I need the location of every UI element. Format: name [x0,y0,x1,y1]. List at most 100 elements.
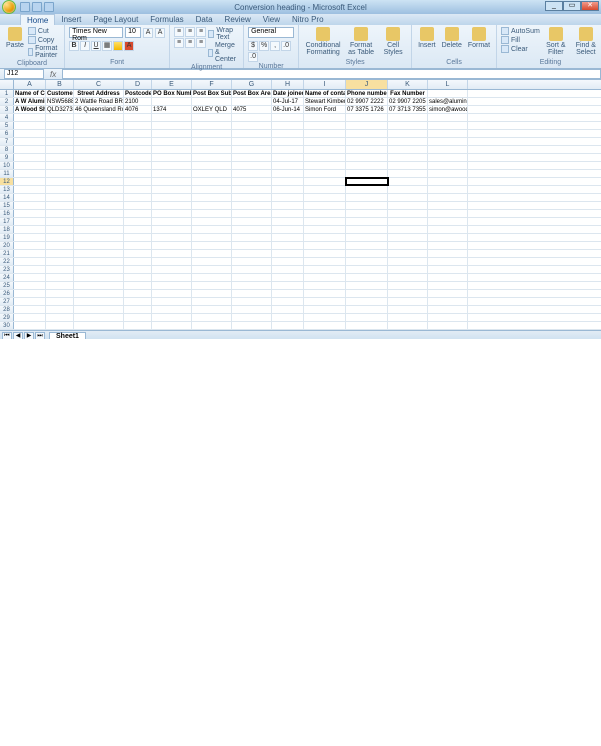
font-size-selector[interactable]: 10 [125,27,141,38]
cell[interactable] [428,162,468,169]
cell[interactable] [232,122,272,129]
cell[interactable] [232,274,272,281]
cell[interactable] [346,202,388,209]
cell[interactable] [272,274,304,281]
format-painter-button[interactable]: Format Painter [28,45,60,59]
cell[interactable] [304,274,346,281]
cell[interactable] [124,210,152,217]
cell[interactable] [346,258,388,265]
align-right-button[interactable]: ≡ [196,38,206,48]
cell[interactable] [192,218,232,225]
cell[interactable] [232,146,272,153]
cell[interactable]: Customer Code [46,90,74,97]
cell[interactable] [304,170,346,177]
cell[interactable] [388,178,428,185]
cell[interactable] [46,322,74,329]
cell[interactable] [124,114,152,121]
cell[interactable] [388,314,428,321]
col-D[interactable]: D [124,80,152,89]
cell[interactable] [346,266,388,273]
cell[interactable] [192,186,232,193]
cell[interactable] [14,290,46,297]
cell[interactable] [272,250,304,257]
cell[interactable] [14,138,46,145]
cell[interactable] [124,146,152,153]
cell[interactable] [428,138,468,145]
cell[interactable] [388,282,428,289]
cell[interactable]: PO Box Number [152,90,192,97]
cell[interactable] [346,218,388,225]
tab-page-layout[interactable]: Page Layout [87,14,144,25]
cell[interactable] [14,258,46,265]
bold-button[interactable]: B [69,41,79,51]
cell[interactable] [46,282,74,289]
cell[interactable] [428,90,468,97]
redo-icon[interactable] [44,2,54,12]
col-F[interactable]: F [192,80,232,89]
row-header[interactable]: 23 [0,266,14,273]
cell[interactable] [152,226,192,233]
row-header[interactable]: 14 [0,194,14,201]
cell[interactable] [388,210,428,217]
name-box[interactable]: J12 [4,69,44,79]
sheet-tab[interactable]: Sheet1 [49,332,86,339]
cell[interactable] [192,162,232,169]
cell[interactable] [14,122,46,129]
cell[interactable] [152,146,192,153]
row-header[interactable]: 29 [0,314,14,321]
cell[interactable] [74,290,124,297]
cell[interactable] [232,258,272,265]
tab-review[interactable]: Review [219,14,257,25]
cell[interactable] [304,314,346,321]
cell[interactable] [388,130,428,137]
cell[interactable] [74,298,124,305]
cell[interactable] [74,234,124,241]
row-header[interactable]: 15 [0,202,14,209]
cell[interactable] [346,122,388,129]
format-table-button[interactable]: Format as Table [345,27,377,56]
italic-button[interactable]: I [80,41,90,51]
row-header[interactable]: 20 [0,242,14,249]
cell[interactable] [428,194,468,201]
cell[interactable] [272,186,304,193]
cell[interactable] [74,130,124,137]
cell[interactable] [192,322,232,329]
row-header[interactable]: 6 [0,130,14,137]
cell[interactable] [272,130,304,137]
merge-center-button[interactable]: Merge & Center [208,42,239,63]
cell[interactable] [46,154,74,161]
cell[interactable] [272,114,304,121]
cell[interactable] [74,282,124,289]
cell[interactable] [232,114,272,121]
cell[interactable] [192,258,232,265]
cell[interactable]: 04-Jul-17 [272,98,304,105]
cell[interactable]: A W Aluminium Warehou [14,98,46,105]
cell[interactable] [304,258,346,265]
align-top-button[interactable]: ≡ [174,27,184,37]
cell[interactable] [14,186,46,193]
cell[interactable] [272,242,304,249]
cell[interactable] [46,194,74,201]
col-B[interactable]: B [46,80,74,89]
row-header[interactable]: 2 [0,98,14,105]
cell[interactable] [14,306,46,313]
cell[interactable] [428,226,468,233]
row-header[interactable]: 27 [0,298,14,305]
maximize-button[interactable]: ▭ [563,1,581,11]
cell[interactable] [14,322,46,329]
cell[interactable] [346,210,388,217]
cell[interactable] [304,322,346,329]
cell[interactable] [346,314,388,321]
cell[interactable] [346,234,388,241]
cell[interactable] [428,154,468,161]
cell[interactable] [428,186,468,193]
align-left-button[interactable]: ≡ [174,38,184,48]
cell[interactable] [428,202,468,209]
cell[interactable] [124,178,152,185]
last-sheet-button[interactable]: ⏭ [35,332,45,339]
save-icon[interactable] [20,2,30,12]
cell[interactable] [272,306,304,313]
cell[interactable] [124,298,152,305]
cell[interactable]: Simon Ford [304,106,346,113]
cell[interactable] [272,178,304,185]
